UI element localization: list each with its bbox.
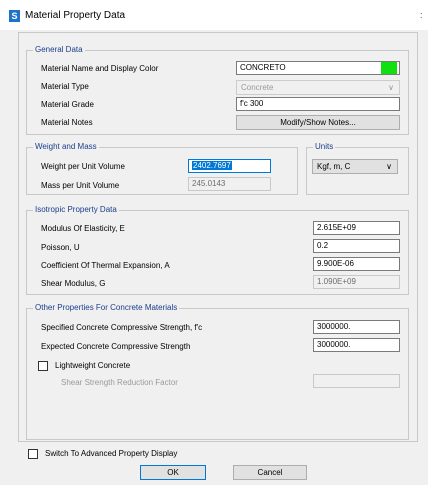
elasticity-label: Modulus Of Elasticity, E — [41, 224, 125, 233]
weight-mass-legend: Weight and Mass — [33, 142, 99, 152]
display-color-swatch[interactable] — [381, 62, 397, 74]
material-notes-label: Material Notes — [41, 118, 93, 127]
material-grade-label: Material Grade — [41, 100, 94, 109]
material-type-label: Material Type — [41, 82, 89, 91]
material-name-label: Material Name and Display Color — [41, 64, 159, 73]
advanced-display-label: Switch To Advanced Property Display — [45, 449, 178, 458]
shear-modulus-field: 1.090E+09 — [313, 275, 400, 289]
app-icon: S — [9, 10, 20, 22]
material-type-select[interactable]: Concrete ∨ — [236, 80, 400, 95]
specified-strength-field[interactable]: 3000000. — [313, 320, 400, 334]
weight-value: 2402.7697 — [192, 161, 232, 170]
shear-modulus-label: Shear Modulus, G — [41, 279, 106, 288]
material-type-value: Concrete — [241, 83, 274, 92]
weight-label: Weight per Unit Volume — [41, 162, 125, 171]
material-grade-field[interactable]: f'c 300 — [236, 97, 400, 111]
shear-reduction-field — [313, 374, 400, 388]
cancel-button[interactable]: Cancel — [233, 465, 307, 480]
close-icon[interactable]: : — [420, 10, 423, 20]
specified-strength-label: Specified Concrete Compressive Strength,… — [41, 323, 203, 332]
elasticity-field[interactable]: 2.615E+09 — [313, 221, 400, 235]
units-select[interactable]: Kgf, m, C ∨ — [312, 159, 398, 174]
isotropic-legend: Isotropic Property Data — [33, 205, 119, 215]
ok-button[interactable]: OK — [140, 465, 206, 480]
shear-reduction-label: Shear Strength Reduction Factor — [61, 378, 178, 387]
thermal-field[interactable]: 9.900E-06 — [313, 257, 400, 271]
chevron-down-icon: ∨ — [388, 83, 394, 92]
lightweight-label: Lightweight Concrete — [55, 361, 131, 370]
general-data-legend: General Data — [33, 45, 85, 55]
units-legend: Units — [313, 142, 336, 152]
mass-field: 245.0143 — [188, 177, 271, 191]
weight-field[interactable]: 2402.7697 — [188, 159, 271, 173]
mass-label: Mass per Unit Volume — [41, 181, 120, 190]
expected-strength-label: Expected Concrete Compressive Strength — [41, 342, 191, 351]
material-name-field[interactable]: CONCRETO — [236, 61, 400, 75]
poisson-label: Poisson, U — [41, 243, 80, 252]
concrete-legend: Other Properties For Concrete Materials — [33, 303, 180, 313]
title-bar: S Material Property Data : — [0, 0, 428, 30]
thermal-label: Coefficient Of Thermal Expansion, A — [41, 261, 170, 270]
units-value: Kgf, m, C — [317, 162, 351, 171]
modify-notes-button[interactable]: Modify/Show Notes... — [236, 115, 400, 130]
window-title: Material Property Data — [25, 10, 126, 21]
poisson-field[interactable]: 0.2 — [313, 239, 400, 253]
chevron-down-icon: ∨ — [386, 162, 392, 171]
advanced-display-checkbox[interactable] — [28, 449, 38, 459]
expected-strength-field[interactable]: 3000000. — [313, 338, 400, 352]
lightweight-checkbox[interactable] — [38, 361, 48, 371]
